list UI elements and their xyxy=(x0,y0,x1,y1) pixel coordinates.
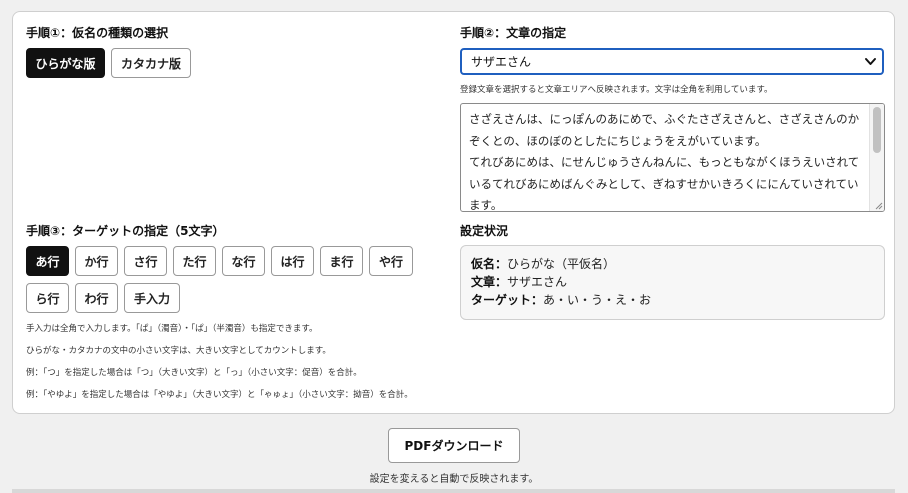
step3-note-4: 例：「やゆよ」を指定した場合は「やゆよ」（大きい文字）と「ゃゅょ」（小さい文字：… xyxy=(26,390,413,400)
text-area-content: さざえさんは、にっぽんのあにめで、ふぐたさざえさんと、さざえさんのかぞくとの、ほ… xyxy=(469,112,860,212)
text-area-scrollbar[interactable] xyxy=(869,104,884,211)
status-text-label: 文章： xyxy=(471,275,508,289)
target-button-ya[interactable]: や行 xyxy=(369,246,413,276)
status-kana-value: ひらがな（平仮名） xyxy=(507,257,616,271)
status-kana: 仮名：ひらがな（平仮名） xyxy=(471,258,615,270)
target-button-ma[interactable]: ま行 xyxy=(320,246,363,276)
status-text-value: サザエさん xyxy=(507,275,568,289)
text-select-value: サザエさん xyxy=(471,55,532,69)
resize-grip-icon[interactable] xyxy=(874,201,883,210)
step3-note-1: 手入力は全角で入力します。「ぱ」（濁音）・「ぱ」（半濁音）も指定できます。 xyxy=(26,324,318,334)
status-target-label: ターゲット： xyxy=(471,293,544,307)
status-target: ターゲット：あ・い・う・え・お xyxy=(471,294,651,306)
target-button-ha[interactable]: は行 xyxy=(271,246,314,276)
katakana-button[interactable]: カタカナ版 xyxy=(111,48,191,78)
hiragana-button[interactable]: ひらがな版 xyxy=(26,48,105,78)
text-select[interactable]: サザエさん xyxy=(460,48,884,75)
step2-note: 登録文章を選択すると文章エリアへ反映されます。文字は全角を利用しています。 xyxy=(460,85,773,95)
target-button-ka[interactable]: か行 xyxy=(75,246,118,276)
target-button-a[interactable]: あ行 xyxy=(26,246,69,276)
bottom-bar xyxy=(12,489,895,493)
manual-input-button[interactable]: 手入力 xyxy=(124,283,180,313)
scrollbar-thumb[interactable] xyxy=(873,107,881,153)
target-button-ta[interactable]: た行 xyxy=(173,246,216,276)
target-button-na[interactable]: な行 xyxy=(222,246,265,276)
step3-heading: 手順③：ターゲットの指定（5文字） xyxy=(26,224,225,238)
footer-note: 設定を変えると自動で反映されます。 xyxy=(369,474,539,485)
settings-card: 手順①：仮名の種類の選択 ひらがな版 カタカナ版 手順②：文章の指定 サザエさん… xyxy=(12,11,895,414)
status-box: 仮名：ひらがな（平仮名） 文章：サザエさん ターゲット：あ・い・う・え・お xyxy=(460,245,885,320)
step3-note-2: ひらがな・カタカナの文中の小さい文字は、大きい文字としてカウントします。 xyxy=(26,346,331,356)
step1-heading: 手順①：仮名の種類の選択 xyxy=(26,26,169,40)
text-area[interactable]: さざえさんは、にっぽんのあにめで、ふぐたさざえさんと、さざえさんのかぞくとの、ほ… xyxy=(460,103,885,212)
step3-note-3: 例：「つ」を指定した場合は「つ」（大きい文字）と「っ」（小さい文字：促音）を合計… xyxy=(26,368,362,378)
status-heading: 設定状況 xyxy=(460,224,509,238)
target-button-ra[interactable]: ら行 xyxy=(26,283,69,313)
target-button-sa[interactable]: さ行 xyxy=(124,246,167,276)
status-text: 文章：サザエさん xyxy=(471,276,567,288)
pdf-download-button[interactable]: PDFダウンロード xyxy=(388,428,520,463)
status-kana-label: 仮名： xyxy=(471,257,508,271)
status-target-value: あ・い・う・え・お xyxy=(543,293,652,307)
target-button-wa[interactable]: わ行 xyxy=(75,283,118,313)
step2-heading: 手順②：文章の指定 xyxy=(460,26,567,40)
chevron-down-icon xyxy=(865,58,876,65)
